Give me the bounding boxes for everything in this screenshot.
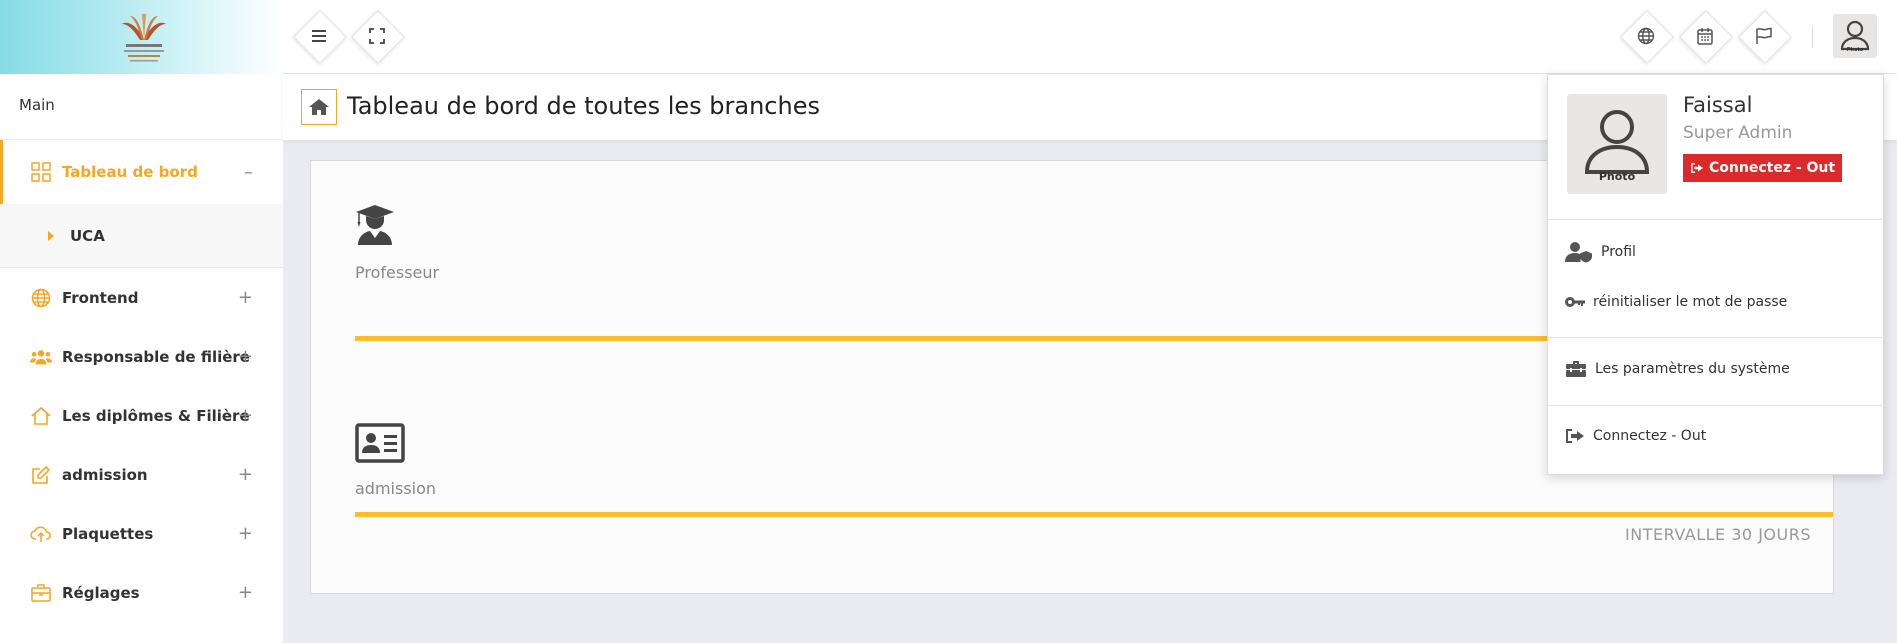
- sign-out-icon: [1566, 429, 1584, 443]
- logout-button[interactable]: Connectez - Out: [1683, 154, 1843, 182]
- sidebar-item-tableau-de-bord[interactable]: Tableau de bord –: [0, 140, 283, 204]
- toolbox-icon: [1566, 361, 1586, 377]
- profile-role: Super Admin: [1683, 123, 1793, 143]
- caret-right-icon: [48, 230, 54, 241]
- home-icon: [30, 405, 52, 427]
- sidebar-item-frontend[interactable]: Frontend +: [0, 268, 283, 327]
- language-button[interactable]: [1620, 10, 1672, 62]
- graduate-icon: [356, 205, 394, 245]
- hamburger-icon: [312, 30, 326, 42]
- globe-icon: [1637, 27, 1655, 45]
- expand-toggle[interactable]: +: [238, 346, 253, 367]
- globe-icon: [30, 287, 52, 309]
- fullscreen-icon: [369, 28, 385, 44]
- sign-out-icon: [1691, 163, 1703, 173]
- sidebar-item-reglages[interactable]: Réglages +: [0, 563, 283, 622]
- profile-photo: Photo: [1567, 94, 1667, 194]
- menu-item-label: Profil: [1601, 244, 1636, 260]
- fullscreen-button[interactable]: [351, 10, 403, 62]
- id-card-icon: [355, 423, 405, 463]
- user-shield-icon: [1565, 242, 1592, 263]
- sidebar-item-label: admission: [62, 465, 148, 484]
- calendar-button[interactable]: [1679, 10, 1731, 62]
- menu-item-label: Les paramètres du système: [1595, 361, 1790, 377]
- stat-label: Professeur: [355, 263, 440, 282]
- logo-area: [0, 0, 283, 74]
- home-icon: [309, 99, 329, 115]
- top-bar: Photo: [0, 0, 1897, 74]
- expand-toggle[interactable]: +: [238, 464, 253, 485]
- expand-toggle[interactable]: +: [238, 405, 253, 426]
- stat-progress-bar: [355, 512, 1833, 517]
- sidebar-item-diplomes-filiere[interactable]: Les diplômes & Filière +: [0, 386, 283, 445]
- interval-label: INTERVALLE 30 JOURS: [1625, 525, 1811, 544]
- university-logo[interactable]: [118, 10, 170, 66]
- sidebar-section-label: Main: [0, 74, 283, 140]
- calendar-icon: [1697, 28, 1713, 45]
- key-icon: [1565, 297, 1585, 307]
- divider: [1548, 219, 1885, 220]
- collapse-toggle[interactable]: –: [244, 162, 253, 183]
- sidebar-item-label: Tableau de bord: [62, 163, 198, 181]
- sidebar-item-label: Responsable de filière: [62, 347, 250, 366]
- menu-item-logout[interactable]: Connectez - Out: [1565, 428, 1706, 444]
- home-button[interactable]: [301, 89, 337, 125]
- flag-button[interactable]: [1738, 10, 1790, 62]
- user-icon: [1584, 109, 1650, 174]
- grid-icon: [30, 161, 52, 183]
- menu-item-reset-password[interactable]: réinitialiser le mot de passe: [1565, 294, 1787, 310]
- expand-toggle[interactable]: +: [238, 523, 253, 544]
- sidebar-item-label: Réglages: [62, 583, 140, 602]
- sidebar-item-admission[interactable]: admission +: [0, 445, 283, 504]
- stat-label: admission: [355, 479, 437, 498]
- flag-icon: [1756, 27, 1772, 44]
- profile-photo-label: Photo: [1598, 169, 1636, 183]
- sidebar-item-label: Plaquettes: [62, 524, 154, 543]
- profile-name: Faissal: [1683, 93, 1753, 117]
- sidebar-subitem-uca[interactable]: UCA: [0, 204, 283, 268]
- sidebar-item-plaquettes[interactable]: Plaquettes +: [0, 504, 283, 563]
- edit-icon: [30, 464, 52, 486]
- briefcase-icon: [30, 582, 52, 604]
- divider: [1548, 337, 1885, 338]
- expand-toggle[interactable]: +: [238, 582, 253, 603]
- menu-item-label: Connectez - Out: [1593, 428, 1707, 444]
- sidebar-item-label: Les diplômes & Filière: [62, 406, 250, 425]
- menu-item-label: réinitialiser le mot de passe: [1593, 294, 1788, 310]
- users-icon: [30, 346, 52, 368]
- menu-toggle-button[interactable]: [293, 10, 345, 62]
- logout-button-label: Connectez - Out: [1709, 160, 1836, 176]
- user-avatar-button[interactable]: Photo: [1833, 14, 1877, 58]
- profile-dropdown: Photo Faissal Super Admin Connectez - Ou…: [1547, 74, 1885, 475]
- avatar-photo-label: Photo: [1846, 47, 1864, 53]
- divider: [1812, 26, 1813, 48]
- menu-item-profil[interactable]: Profil: [1565, 241, 1636, 263]
- sidebar-item-responsable-de-filiere[interactable]: Responsable de filière +: [0, 327, 283, 386]
- expand-toggle[interactable]: +: [238, 287, 253, 308]
- sidebar-item-label: Frontend: [62, 288, 139, 307]
- sidebar: Main Tableau de bord – UCA Frontend + Re…: [0, 74, 283, 643]
- menu-item-system-settings[interactable]: Les paramètres du système: [1565, 360, 1790, 378]
- page-title: Tableau de bord de toutes les branches: [347, 92, 820, 120]
- divider: [1548, 405, 1885, 406]
- cloud-upload-icon: [30, 523, 52, 545]
- sidebar-subitem-label: UCA: [70, 226, 105, 245]
